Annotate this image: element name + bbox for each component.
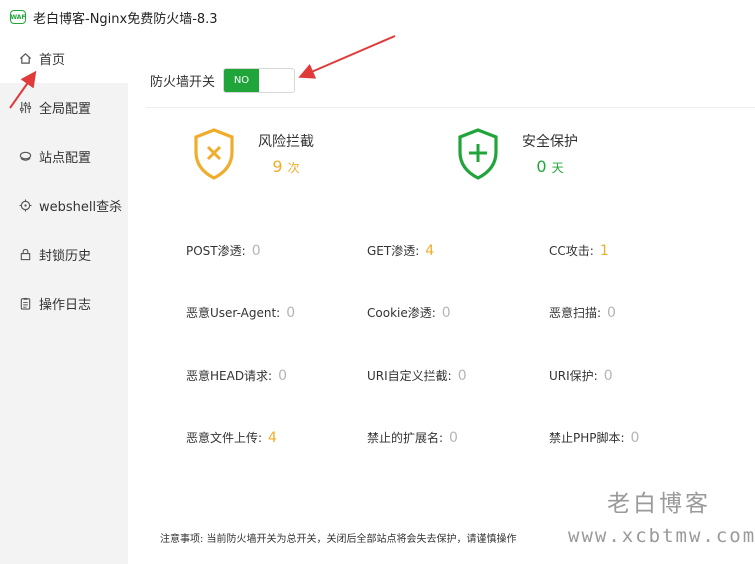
sidebar-item-home[interactable]: 首页 [0, 34, 128, 83]
toggle-state-text: NO [224, 69, 260, 92]
metric-post-injection: POST渗透: 0 [186, 243, 261, 259]
sliders-icon [18, 101, 32, 115]
firewall-switch-label: 防火墙开关 [150, 75, 216, 90]
security-protection-title: 安全保护 [522, 134, 578, 150]
site-icon [18, 150, 32, 164]
sidebar-item-operation-log[interactable]: 操作日志 [0, 279, 128, 328]
sidebar-item-webshell-scan[interactable]: webshell查杀 [0, 181, 128, 230]
metric-malicious-upload: 恶意文件上传: 4 [186, 430, 277, 446]
metric-uri-protection: URI保护: 0 [549, 368, 613, 384]
metric-cc-attack: CC攻击: 1 [549, 243, 609, 259]
metric-malicious-scan: 恶意扫描: 0 [549, 305, 616, 321]
sidebar-item-label: 封锁历史 [39, 249, 92, 264]
sidebar-item-label: 站点配置 [39, 151, 92, 166]
risk-intercept-title: 风险拦截 [258, 134, 314, 150]
sidebar-item-global-config[interactable]: 全局配置 [0, 83, 128, 132]
crosshair-icon [18, 199, 32, 213]
security-protection-value: 0 天 [536, 157, 564, 176]
metric-malicious-user-agent: 恶意User-Agent: 0 [186, 305, 296, 321]
clipboard-icon [18, 297, 32, 311]
watermark-url: www.xcbtmw.com [568, 525, 755, 547]
sidebar-item-label: 全局配置 [39, 102, 92, 117]
risk-intercept-card: 风险拦截 9 次 [192, 128, 314, 184]
metric-uri-custom-block: URI自定义拦截: 0 [367, 368, 467, 384]
sidebar: 首页 全局配置 站点配置 webshell查杀 封锁历史 操作日志 [0, 34, 128, 564]
divider [146, 107, 755, 108]
sidebar-item-block-history[interactable]: 封锁历史 [0, 230, 128, 279]
shield-plus-icon [456, 128, 500, 184]
metric-forbidden-php: 禁止PHP脚本: 0 [549, 430, 640, 446]
metric-forbidden-extension: 禁止的扩展名: 0 [367, 430, 458, 446]
home-icon [18, 52, 32, 66]
app-logo-icon: WAF [10, 10, 26, 24]
firewall-switch-row: 防火墙开关 NO [150, 68, 296, 93]
metric-get-injection: GET渗透: 4 [367, 243, 435, 259]
sidebar-item-site-config[interactable]: 站点配置 [0, 132, 128, 181]
sidebar-item-label: 首页 [39, 53, 66, 68]
sidebar-item-label: webshell查杀 [39, 200, 123, 215]
lock-icon [18, 248, 32, 262]
watermark-text: 老白博客 [607, 491, 711, 517]
shield-warning-icon [192, 128, 236, 184]
security-protection-card: 安全保护 0 天 [456, 128, 578, 184]
footer-notice: 注意事项: 当前防火墙开关为总开关，关闭后全部站点将会失去保护，请谨慎操作 [160, 534, 517, 545]
metric-cookie-injection: Cookie渗透: 0 [367, 305, 451, 321]
window-title: 老白博客-Nginx免费防火墙-8.3 [33, 11, 218, 27]
sidebar-item-label: 操作日志 [39, 298, 92, 313]
title-bar: WAF 老白博客-Nginx免费防火墙-8.3 [0, 0, 755, 34]
firewall-toggle[interactable]: NO [223, 68, 296, 93]
risk-intercept-value: 9 次 [272, 157, 300, 176]
metric-malicious-head: 恶意HEAD请求: 0 [186, 368, 288, 384]
